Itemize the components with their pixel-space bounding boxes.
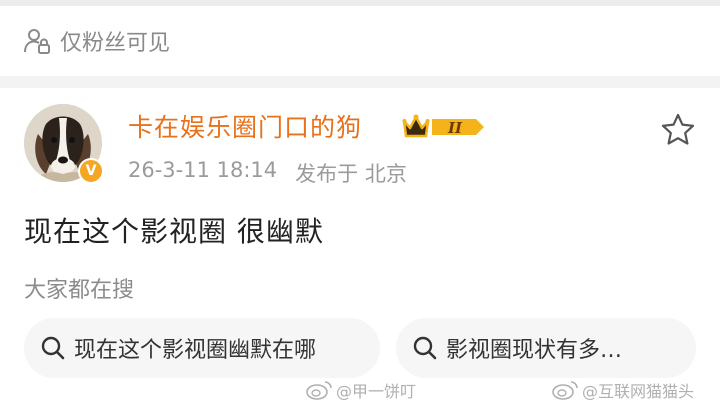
privacy-indicator: 仅粉丝可见 — [22, 24, 170, 58]
post-location: 发布于 北京 — [295, 162, 407, 186]
star-icon[interactable] — [660, 112, 696, 148]
section-separator — [0, 76, 720, 88]
watermark-text: @互联网猫猫头 — [582, 382, 695, 401]
post-time: 26-3-11 18:14 — [128, 158, 278, 182]
search-icon — [41, 336, 65, 360]
search-icon — [413, 336, 437, 360]
search-chip[interactable]: 现在这个影视圈幽默在哪 — [24, 318, 380, 378]
weibo-post-screen: 仅粉丝可见 V 卡在娱乐圈门口的狗 II 26-3-11 18:14 发布于 北… — [0, 0, 720, 410]
search-chip[interactable]: 影视圈现状有多… — [396, 318, 696, 378]
weibo-logo-icon — [552, 381, 578, 400]
trending-search-label: 大家都在搜 — [24, 278, 135, 303]
post-meta: 26-3-11 18:14 发布于 北京 — [128, 158, 407, 188]
privacy-label: 仅粉丝可见 — [60, 31, 171, 56]
weibo-logo-icon — [306, 381, 332, 400]
lock-people-icon — [22, 26, 52, 56]
watermark: @互联网猫猫头 — [552, 378, 694, 402]
author-name[interactable]: 卡在娱乐圈门口的狗 — [128, 108, 362, 144]
search-chip-text: 现在这个影视圈幽默在哪 — [74, 338, 317, 363]
search-chip-text: 影视圈现状有多… — [446, 338, 623, 363]
post-content: 现在这个影视圈 很幽默 — [24, 215, 324, 248]
vip-level-text: II — [447, 119, 463, 137]
watermark-text: @甲一饼叮 — [336, 382, 417, 401]
top-divider — [0, 0, 720, 6]
watermark: @甲一饼叮 — [306, 378, 416, 402]
verified-v-badge-icon: V — [78, 158, 104, 184]
vip-crown-badge-icon[interactable]: II — [402, 112, 486, 146]
